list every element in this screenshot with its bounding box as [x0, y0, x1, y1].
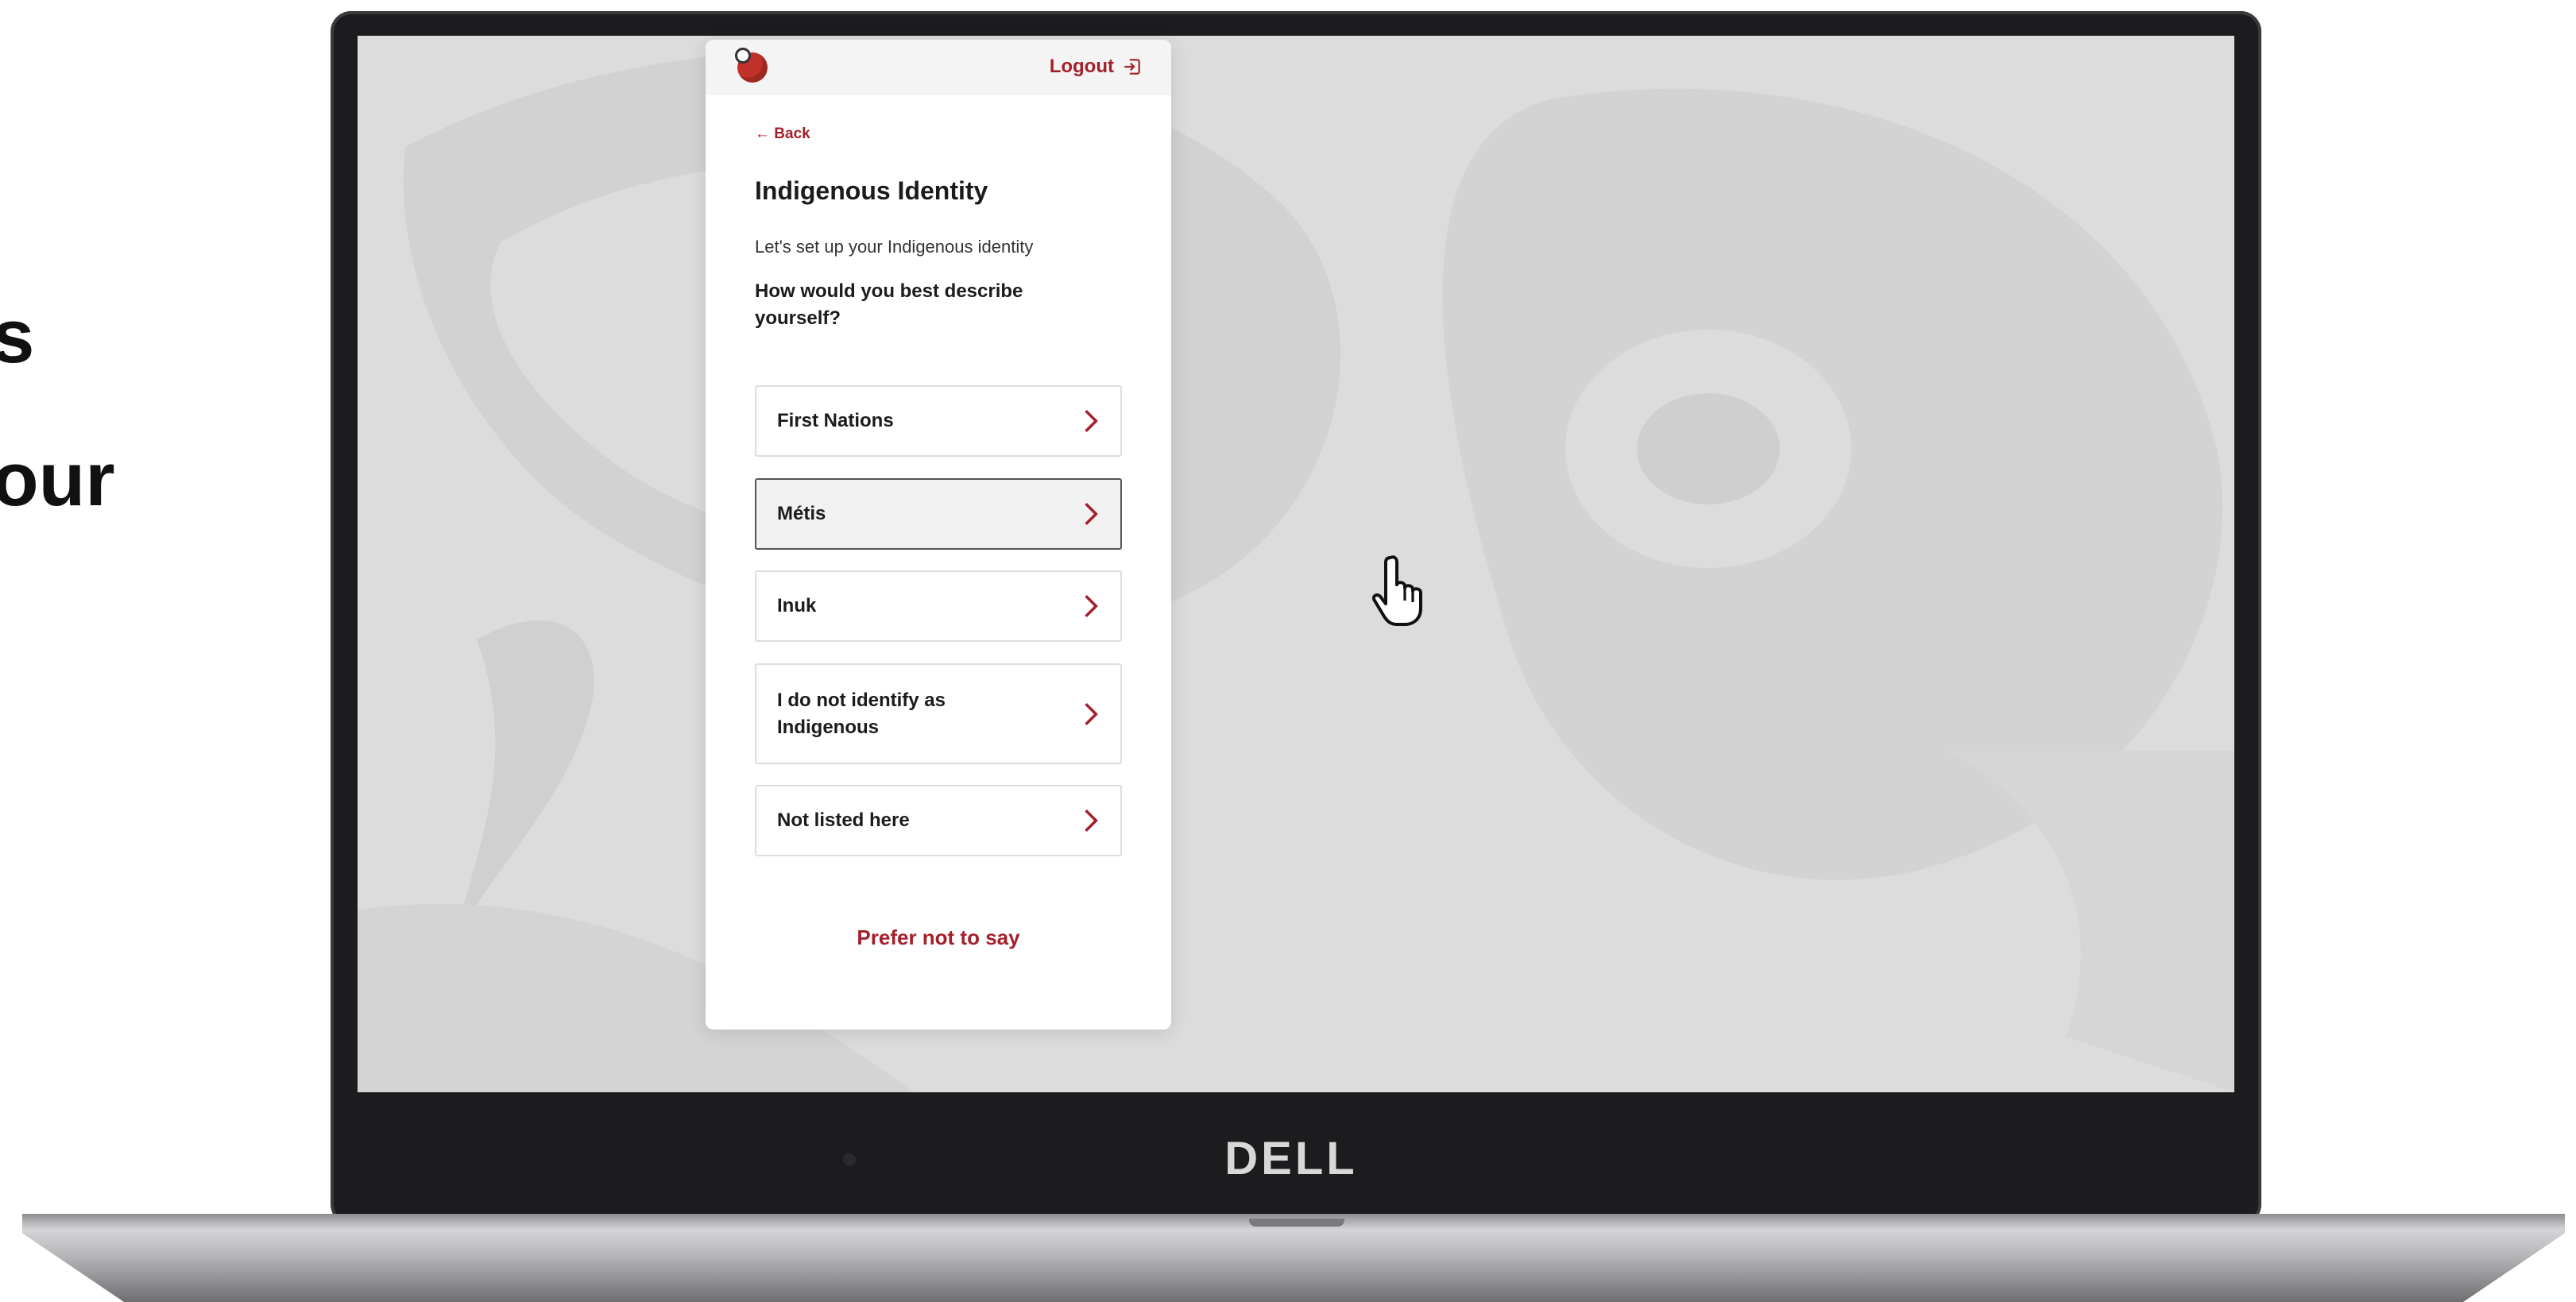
option-label: Métis [777, 503, 826, 524]
option-label: Inuk [777, 595, 817, 616]
laptop-base-notch [1249, 1219, 1344, 1227]
side-text-line-2: our [0, 437, 115, 522]
side-text-line-1: s [0, 294, 35, 379]
page-title: Indigenous Identity [755, 176, 988, 205]
option-first-nations[interactable]: First Nations [755, 385, 1122, 457]
camera-dot [843, 1153, 856, 1166]
question-text: How would you best describe yourself? [755, 280, 1023, 329]
logout-button[interactable]: Logout [1050, 56, 1143, 78]
chevron-right-icon [1085, 702, 1098, 725]
laptop-screen [358, 36, 2234, 1092]
screen-background-pattern [358, 36, 2234, 1092]
identity-card: Logout ← Back Indigenous Identity Let's … [706, 40, 1171, 1030]
chevron-right-icon [1085, 409, 1098, 433]
chevron-right-icon [1085, 809, 1098, 833]
apple-logo-icon[interactable] [735, 48, 768, 83]
chevron-right-icon [1085, 502, 1098, 526]
option-not-indigenous[interactable]: I do not identify as Indigenous [755, 663, 1122, 764]
option-not-listed[interactable]: Not listed here [755, 785, 1122, 856]
laptop-base [22, 1214, 2565, 1302]
page-subtitle: Let's set up your Indigenous identity [755, 237, 1034, 257]
card-header: Logout [706, 40, 1171, 95]
logout-label: Logout [1049, 56, 1114, 77]
chevron-right-icon [1085, 594, 1098, 618]
back-link[interactable]: ← Back [755, 126, 810, 143]
option-label: I do not identify as Indigenous [777, 689, 946, 738]
option-inuk[interactable]: Inuk [755, 570, 1122, 642]
logout-icon [1124, 59, 1140, 75]
hand-pointer-cursor [1372, 555, 1422, 626]
option-metis[interactable]: Métis [755, 478, 1122, 550]
option-label: Not listed here [777, 809, 910, 831]
dell-logo: DELL [1224, 1133, 1358, 1184]
option-label: First Nations [777, 410, 894, 431]
prefer-not-to-say-link[interactable]: Prefer not to say [706, 925, 1171, 950]
